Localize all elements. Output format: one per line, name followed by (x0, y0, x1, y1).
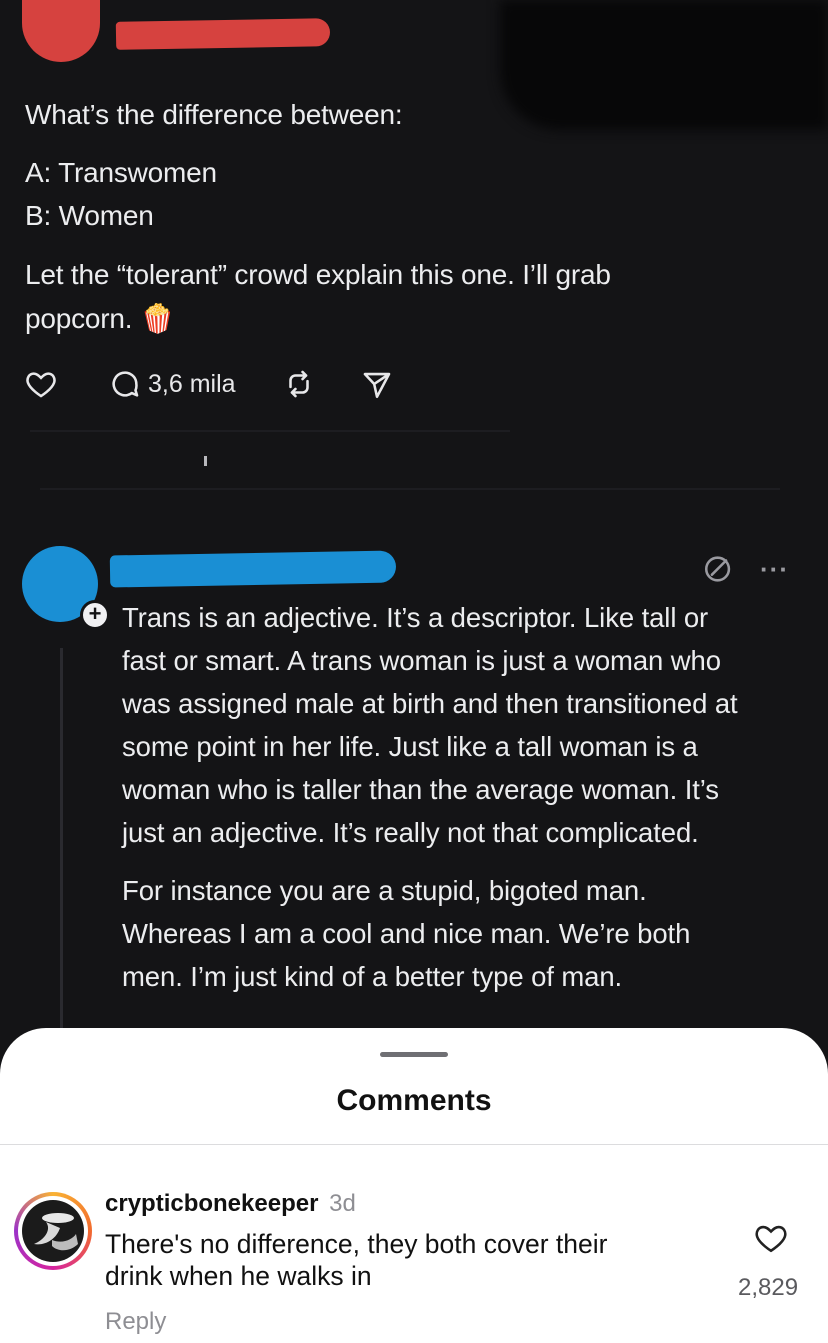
reply-line: Whereas I am a cool and nice man. We’re … (122, 918, 691, 949)
comment-text-line: drink when he walks in (105, 1261, 372, 1291)
reply-line: woman who is taller than the average wom… (122, 774, 719, 805)
comment-username-text[interactable]: crypticbonekeeper (105, 1190, 318, 1217)
repost-icon[interactable] (282, 367, 316, 401)
commenter-avatar[interactable] (14, 1192, 92, 1270)
sheet-divider (0, 1144, 828, 1145)
redacted-avatar[interactable] (22, 0, 100, 62)
reply-line: men. I’m just kind of a better type of m… (122, 961, 623, 992)
divider (40, 488, 780, 490)
divider (30, 430, 510, 432)
comment-like-count: 2,829 (738, 1274, 799, 1301)
sheet-title: Comments (336, 1084, 492, 1117)
post-line-4: Let the “tolerant” crowd explain this on… (25, 259, 611, 290)
comment-time: 3d (329, 1190, 356, 1217)
avatar-ring-gap (18, 1196, 88, 1266)
translate-icon[interactable] (702, 552, 736, 586)
post-line-5: popcorn. 🍿 (25, 303, 175, 334)
comment-like-heart-icon[interactable] (752, 1220, 790, 1256)
reply-line: some point in her life. Just like a tall… (122, 731, 698, 762)
comments-sheet: Comments (0, 1028, 828, 1343)
reply-line: was assigned male at birth and then tran… (122, 688, 738, 719)
reply-line: For instance you are a stupid, bigoted m… (122, 875, 647, 906)
comment-icon[interactable] (108, 367, 142, 401)
thread-line (60, 648, 63, 1033)
post-line-1: What’s the difference between: (25, 99, 403, 130)
reply-line: just an adjective. It’s really not that … (122, 817, 699, 848)
comment-text-line: There's no difference, they both cover t… (105, 1229, 608, 1259)
redacted-username[interactable] (115, 18, 331, 50)
share-icon[interactable] (360, 367, 394, 401)
more-icon[interactable]: ··· (760, 554, 789, 585)
follow-plus-icon[interactable]: + (80, 600, 110, 630)
commenter-avatar-image (22, 1200, 84, 1262)
sheet-grabber[interactable] (380, 1052, 448, 1057)
post-line-3: B: Women (25, 200, 154, 231)
reply-count: 3,6 mila (148, 369, 236, 398)
reply-line: Trans is an adjective. It’s a descriptor… (122, 602, 709, 633)
reply-line: fast or smart. A trans woman is just a w… (122, 645, 721, 676)
comment-username[interactable]: crypticbonekeeper 3d (105, 1190, 356, 1218)
comment-reply-button[interactable]: Reply (105, 1308, 166, 1336)
redacted-reply-username[interactable] (109, 550, 397, 588)
post-line-2: A: Transwomen (25, 157, 217, 188)
reply-header-actions: ··· (702, 552, 789, 586)
post-actions: 3,6 mila (24, 362, 394, 406)
blurred-region (500, 0, 828, 130)
heart-icon[interactable] (24, 367, 58, 401)
faint-mark (204, 456, 207, 466)
